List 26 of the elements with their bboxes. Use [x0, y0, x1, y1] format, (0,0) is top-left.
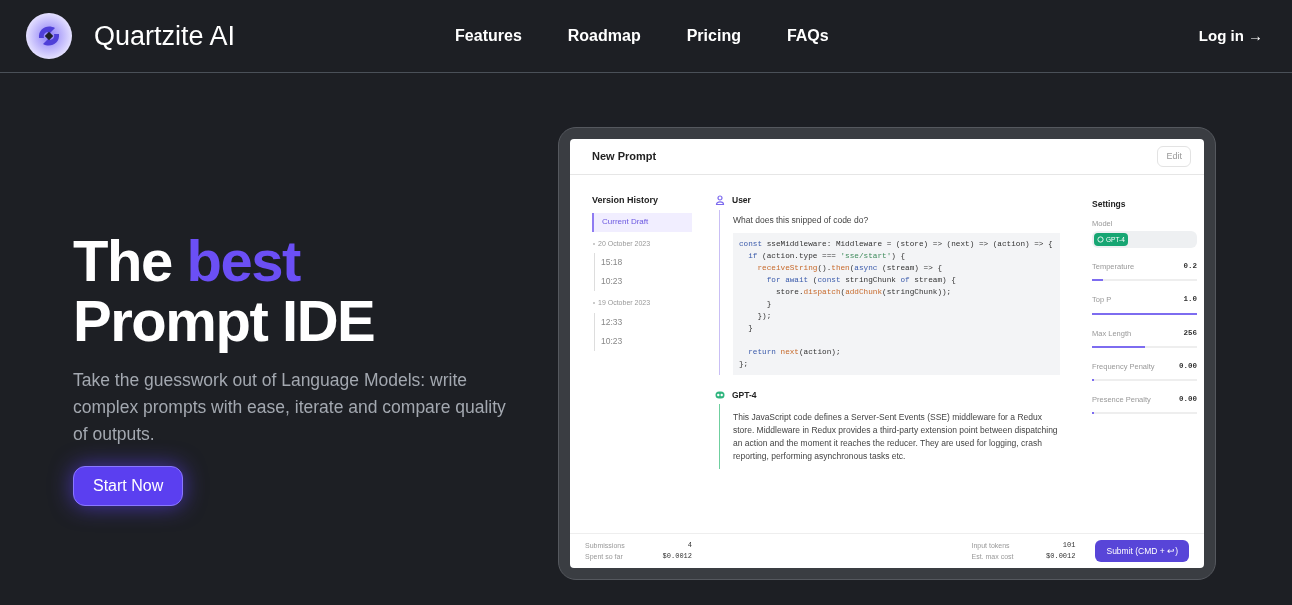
headline: The best Prompt IDE: [73, 231, 376, 351]
editor-title: New Prompt: [592, 149, 657, 165]
settings-title: Settings: [1092, 198, 1127, 211]
nav-link[interactable]: FAQs: [786, 24, 829, 48]
message-author: GPT-4: [732, 388, 757, 402]
nav-link[interactable]: Pricing: [686, 24, 741, 48]
history-item[interactable]: 10:23: [595, 331, 692, 351]
hero-subtitle: Take the guesswork out of Language Models: write complex prompts with ease, iterate and compare quality of outputs.: [73, 369, 507, 446]
message-text: What does this snipped of code do?: [733, 213, 870, 227]
chat-bot-icon: [715, 390, 725, 399]
message-author: User: [732, 194, 751, 207]
history-item[interactable]: Current Draft: [592, 212, 692, 232]
history-item[interactable]: 15:18: [595, 253, 692, 272]
history-item[interactable]: 10:23: [595, 272, 692, 291]
nav-link[interactable]: Roadmap: [567, 24, 641, 48]
brand-name: Quartzite AI: [94, 19, 236, 53]
history-item[interactable]: 12:33: [595, 312, 692, 332]
login-link[interactable]: Log in →: [1198, 24, 1263, 48]
nav-link[interactable]: Features: [455, 24, 522, 48]
start-now-button[interactable]: Start Now: [73, 466, 184, 506]
model-logo-icon: [1097, 236, 1104, 243]
submit-button[interactable]: Submit (CMD + ↩): [1095, 540, 1189, 562]
version-history-title: Version History: [592, 194, 660, 207]
logo-icon: [26, 13, 72, 59]
user-icon: [715, 195, 725, 206]
message-text: This JavaScript code defines a Server-Sent Events (SSE) middleware for a Redux store. Middleware in Redux provides a third-party extension point between dispatching an action and the moment it reaches the reducer. They are used for logging, crash reporting, performing asynchronous tasks etc.: [733, 411, 1059, 464]
